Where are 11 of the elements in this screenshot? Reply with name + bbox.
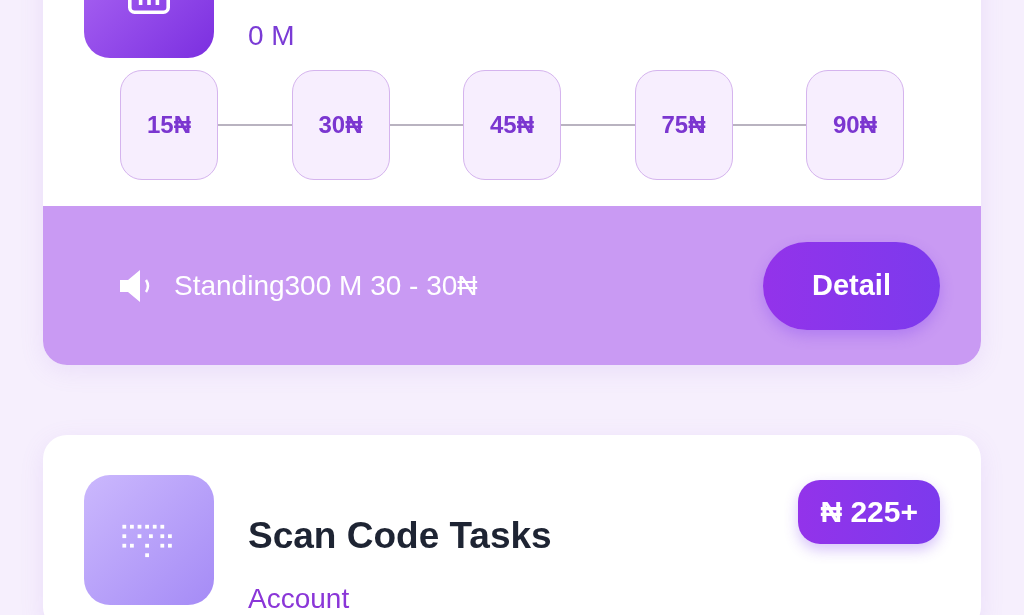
reward-step: 15₦ xyxy=(120,70,218,180)
task-subtitle: 0 M xyxy=(248,20,296,52)
reward-step: 30₦ xyxy=(291,70,390,180)
task-subtitle: Account xyxy=(248,583,351,615)
reward-step: 90₦ xyxy=(806,70,904,180)
reward-badge: ₦ 225+ xyxy=(798,480,940,544)
detail-button[interactable]: Detail xyxy=(763,241,940,330)
notice-text: Standing300 M 30 - 30₦ xyxy=(174,269,479,302)
task-title: Scan Code Tasks xyxy=(248,515,553,557)
reward-step: 75₦ xyxy=(634,70,733,180)
reward-step: 45₦ xyxy=(463,70,561,180)
